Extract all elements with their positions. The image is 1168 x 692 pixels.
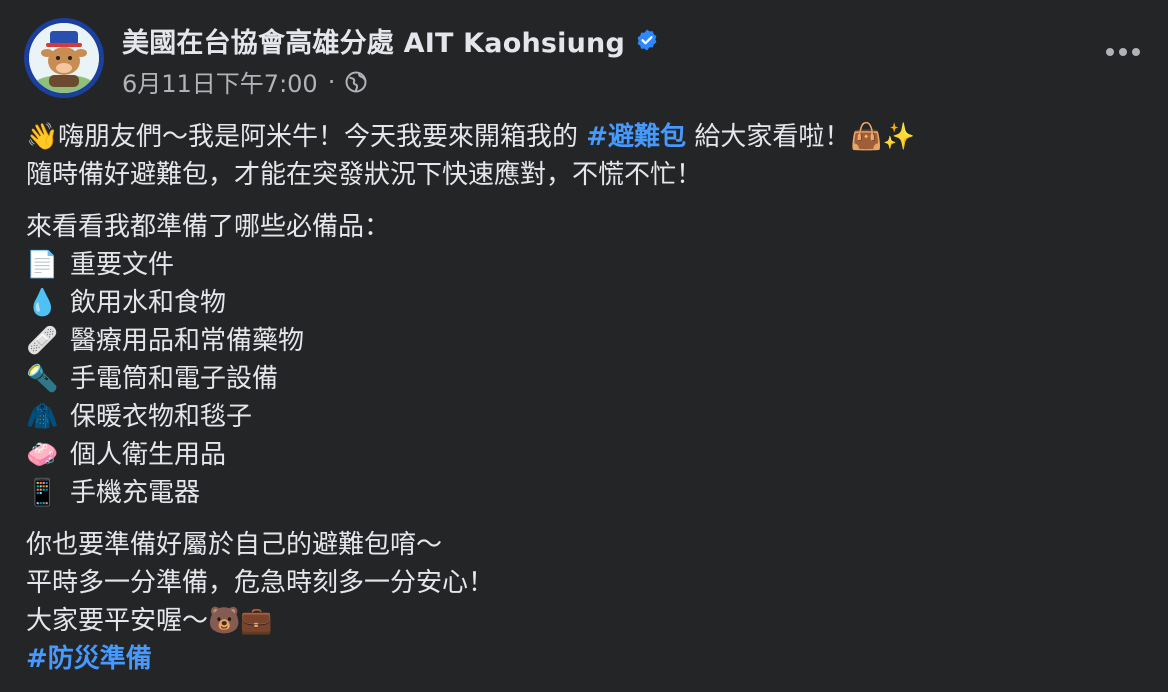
list-item-label: 飲用水和食物	[70, 288, 227, 318]
document-icon: 📄	[26, 250, 59, 280]
list-heading: 來看看我都準備了哪些必備品：	[26, 212, 391, 242]
more-dot	[1106, 48, 1114, 56]
bear-briefcase-emoji-icon: 🐻💼	[208, 606, 273, 636]
more-dot	[1119, 48, 1127, 56]
page-name-link[interactable]: 美國在台協會高雄分處 AIT Kaohsiung	[122, 21, 625, 60]
list-item: 📱 手機充電器	[26, 474, 1136, 512]
droplet-icon: 💧	[26, 288, 59, 318]
hashtag-link[interactable]: #避難包	[586, 122, 686, 152]
hashtag-link[interactable]: #防災準備	[26, 644, 152, 674]
intro-text: 嗨朋友們～我是阿米牛！今天我要來開箱我的	[58, 122, 587, 152]
list-item: 🔦 手電筒和電子設備	[26, 360, 1136, 398]
verified-badge-icon	[635, 28, 659, 52]
list-item-label: 保暖衣物和毯子	[70, 402, 253, 432]
list-paragraph: 來看看我都準備了哪些必備品： 📄 重要文件 💧 飲用水和食物 🩹 醫療用品和常備藥物 …	[26, 208, 1136, 512]
list-item: 💧 飲用水和食物	[26, 284, 1136, 322]
list-item-label: 醫療用品和常備藥物	[70, 326, 305, 356]
page-name-row: 美國在台協會高雄分處 AIT Kaohsiung	[122, 21, 659, 60]
cow-mascot-icon	[29, 23, 99, 93]
list-item-label: 手電筒和電子設備	[70, 364, 279, 394]
intro-tail-text: 給大家看啦！	[686, 122, 851, 152]
closing-line-2: 平時多一分準備，危急時刻多一分安心！	[26, 568, 495, 598]
post-header: 美國在台協會高雄分處 AIT Kaohsiung 6月11日下午7:00 ·	[24, 18, 659, 99]
intro-line-1: 👋嗨朋友們～我是阿米牛！今天我要來開箱我的 #避難包 給大家看啦！👜✨	[26, 118, 1136, 156]
list-item-label: 手機充電器	[70, 478, 201, 508]
intro-line-2: 隨時備好避難包，才能在突發狀況下快速應對，不慌不忙！	[26, 160, 703, 190]
bag-sparkles-emoji-icon: 👜✨	[850, 122, 916, 152]
post-subtitle: 6月11日下午7:00 ·	[122, 64, 659, 99]
flashlight-icon: 🔦	[26, 364, 59, 394]
list-item-label: 重要文件	[70, 250, 175, 280]
intro-paragraph: 👋嗨朋友們～我是阿米牛！今天我要來開箱我的 #避難包 給大家看啦！👜✨ 隨時備好…	[26, 118, 1136, 194]
page-avatar[interactable]	[24, 18, 104, 98]
wave-emoji-icon: 👋	[26, 122, 59, 152]
list-item: 🧼 個人衛生用品	[26, 436, 1136, 474]
separator-dot: ·	[327, 67, 336, 96]
closing-hashtag-line: #防災準備	[26, 640, 1136, 678]
list-item-label: 個人衛生用品	[70, 440, 227, 470]
list-item: 🩹 醫療用品和常備藥物	[26, 322, 1136, 360]
closing-line-3: 大家要平安喔～🐻💼	[26, 602, 1136, 640]
post-timestamp-link[interactable]: 6月11日下午7:00	[122, 64, 318, 99]
more-options-icon[interactable]	[1106, 48, 1140, 56]
coat-icon: 🧥	[26, 402, 59, 432]
list-item: 📄 重要文件	[26, 246, 1136, 284]
bandage-icon: 🩹	[26, 326, 59, 356]
post-meta: 美國在台協會高雄分處 AIT Kaohsiung 6月11日下午7:00 ·	[122, 18, 659, 99]
globe-icon[interactable]	[344, 70, 368, 94]
mobile-phone-icon: 📱	[26, 478, 59, 508]
facebook-post: 美國在台協會高雄分處 AIT Kaohsiung 6月11日下午7:00 · 👋…	[0, 0, 1168, 688]
closing-text: 大家要平安喔～	[26, 606, 209, 636]
soap-icon: 🧼	[26, 440, 59, 470]
list-item: 🧥 保暖衣物和毯子	[26, 398, 1136, 436]
closing-paragraph: 你也要準備好屬於自己的避難包唷～ 平時多一分準備，危急時刻多一分安心！ 大家要平…	[26, 526, 1136, 678]
more-dot	[1132, 48, 1140, 56]
closing-line-1: 你也要準備好屬於自己的避難包唷～	[26, 530, 443, 560]
avatar-image	[29, 23, 99, 93]
post-body: 👋嗨朋友們～我是阿米牛！今天我要來開箱我的 #避難包 給大家看啦！👜✨ 隨時備好…	[26, 118, 1136, 692]
